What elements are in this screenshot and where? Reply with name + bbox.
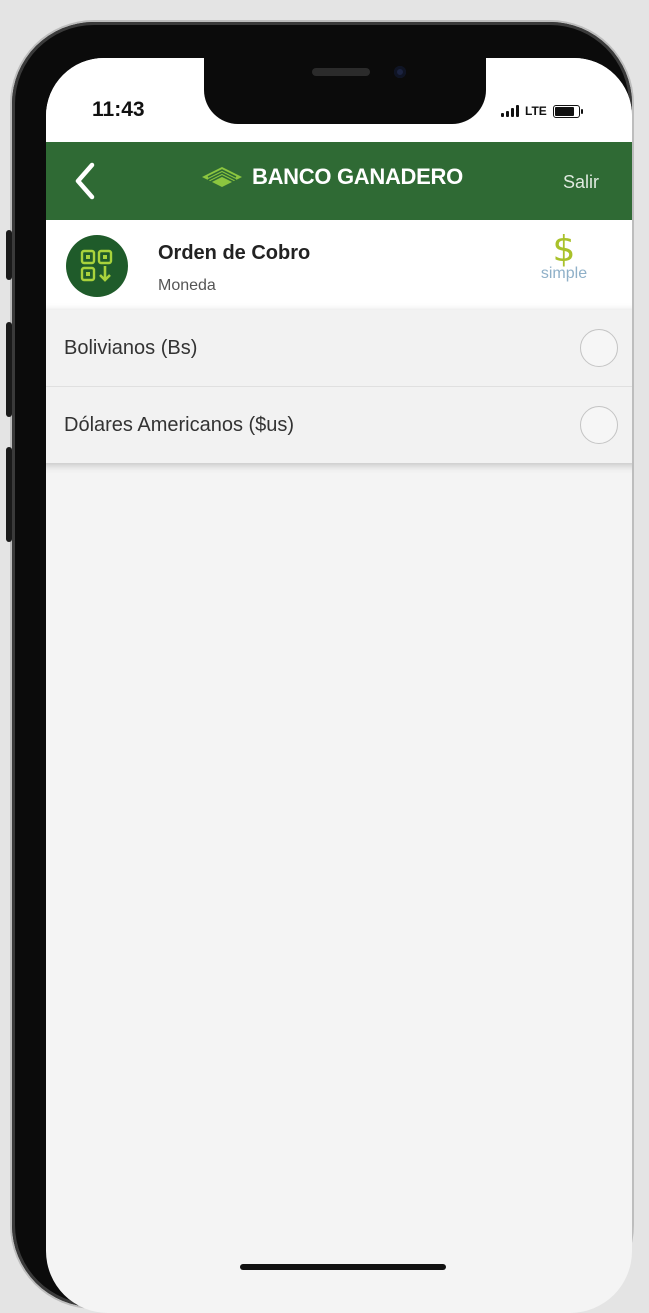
phone-frame: 11:43 LTE BANCO GANADERO Salir Orden de … [6, 22, 632, 1313]
simple-logo: $ simple [532, 232, 596, 304]
phone-screen: 11:43 LTE BANCO GANADERO Salir Orden de … [46, 58, 632, 1313]
home-indicator [240, 1264, 446, 1270]
app-navbar: BANCO GANADERO Salir [46, 142, 632, 220]
section-header: Orden de Cobro Moneda $ simple [46, 220, 632, 312]
chevron-left-icon [75, 162, 95, 200]
notch [204, 58, 486, 124]
logout-button[interactable]: Salir [563, 172, 599, 193]
status-time: 11:43 [92, 98, 145, 121]
dollar-icon: $ [552, 229, 576, 270]
qr-glyph [80, 249, 113, 282]
speaker [312, 68, 370, 76]
network-type: LTE [525, 104, 547, 118]
qr-code-download-icon [66, 235, 128, 297]
radio-button[interactable] [580, 406, 618, 444]
battery-icon [552, 104, 583, 118]
currency-option-label: Bolivianos (Bs) [64, 337, 198, 359]
radio-button[interactable] [580, 329, 618, 367]
back-button[interactable] [66, 159, 106, 203]
page-subtitle: Moneda [158, 277, 216, 294]
battery-level [554, 106, 574, 116]
status-indicators: LTE [501, 104, 583, 118]
front-camera [394, 66, 406, 78]
currency-options-list: Bolivianos (Bs) Dólares Americanos ($us) [46, 310, 632, 463]
simple-logo-word: simple [540, 265, 588, 282]
banco-ganadero-leaf-icon [202, 167, 242, 187]
volume-up-button [6, 322, 12, 417]
currency-option-bolivianos[interactable]: Bolivianos (Bs) [46, 310, 632, 387]
brand-name: BANCO GANADERO [252, 164, 463, 189]
brand: BANCO GANADERO [200, 164, 463, 190]
volume-down-button [6, 447, 12, 542]
signal-icon [501, 105, 519, 117]
page-title: Orden de Cobro [158, 242, 311, 264]
currency-option-dolares[interactable]: Dólares Americanos ($us) [46, 387, 632, 463]
mute-switch [6, 230, 12, 280]
currency-option-label: Dólares Americanos ($us) [64, 414, 295, 436]
